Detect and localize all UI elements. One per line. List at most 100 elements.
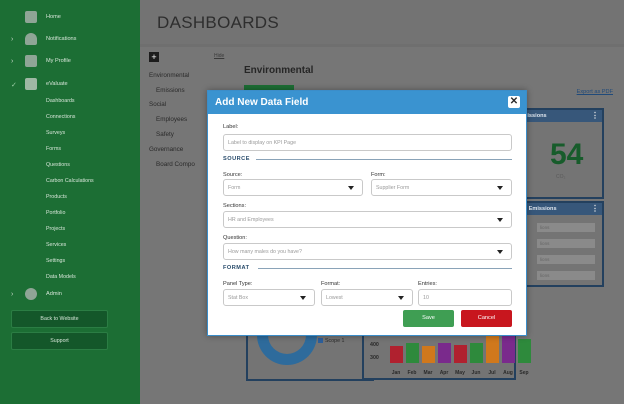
question-label: Question:	[223, 235, 247, 241]
sidebar-item-label: Admin	[46, 291, 62, 297]
save-button[interactable]: Save	[403, 310, 454, 327]
sidebar-subitem-products[interactable]: Products	[46, 194, 67, 200]
sidebar-item-label: Home	[46, 14, 61, 20]
add-icon[interactable]: +	[149, 52, 159, 62]
dialog-title: Add New Data Field	[215, 97, 309, 108]
sidebar-subitem-carbon-calculations[interactable]: Carbon Calculations	[46, 178, 94, 184]
more-options-icon[interactable]: ⋮	[591, 112, 599, 120]
sidebar-subitem-forms[interactable]: Forms	[46, 146, 61, 152]
profile-icon	[25, 55, 37, 67]
entries-label: Entries:	[418, 281, 437, 287]
sidebar-item-my-profile[interactable]: › My Profile	[0, 53, 140, 71]
admin-icon	[25, 288, 37, 300]
format-select[interactable]: Lowest	[321, 289, 413, 306]
close-icon[interactable]: ✕	[508, 96, 520, 108]
y-tick-label: 300	[370, 355, 379, 361]
format-value: Lowest	[326, 295, 343, 301]
tree-item-governance[interactable]: Governance	[149, 146, 183, 153]
form-value: Supplier Form	[376, 185, 410, 191]
support-button[interactable]: Support	[11, 332, 108, 350]
x-tick-label: Jun	[471, 370, 481, 376]
sections-label: Sections:	[223, 203, 247, 209]
sidebar-subitem-data-models[interactable]: Data Models	[46, 274, 76, 280]
divider	[258, 268, 512, 269]
form-label: Form:	[371, 172, 386, 178]
panel-type-label: Panel Type:	[223, 281, 253, 287]
bar-mar	[422, 346, 435, 363]
page-title: DASHBOARDS	[157, 13, 280, 32]
tree-item-safety[interactable]: Safety	[156, 131, 174, 138]
format-section-title: FORMAT	[223, 265, 250, 271]
sections-value: HR and Employees	[228, 217, 274, 223]
export-pdf-link[interactable]: Export as PDF	[577, 89, 613, 95]
sidebar-subitem-projects[interactable]: Projects	[46, 226, 65, 232]
chevron-down-icon	[497, 218, 503, 222]
sidebar-subitem-questions[interactable]: Questions	[46, 162, 70, 168]
sidebar-item-notifications[interactable]: › Notifications	[0, 31, 140, 49]
list-item: lions	[537, 239, 595, 248]
divider	[256, 159, 512, 160]
sidebar-item-label: My Profile	[46, 58, 71, 64]
question-value: How many males do you have?	[228, 249, 302, 255]
stat-unit: CO₂	[556, 174, 566, 180]
bar-may	[454, 344, 467, 363]
panel-type-select[interactable]: Stat Box	[223, 289, 315, 306]
list-item: lions	[537, 223, 595, 232]
sidebar-subitem-services[interactable]: Services	[46, 242, 66, 248]
x-tick-label: Jul	[488, 370, 496, 376]
form-select[interactable]: Supplier Form	[371, 179, 512, 196]
dashboard-title: Environmental	[244, 65, 314, 76]
list-item: lions	[537, 271, 595, 280]
label-field-label: Label:	[223, 124, 239, 130]
sidebar-subitem-surveys[interactable]: Surveys	[46, 130, 65, 136]
chevron-right-icon[interactable]: ›	[11, 58, 13, 65]
hide-link[interactable]: Hide	[214, 53, 224, 59]
bar-jan	[390, 346, 403, 363]
sidebar-subitem-portfolio[interactable]: Portfolio	[46, 210, 65, 216]
add-data-field-dialog: Add New Data Field ✕ Label: Label to dis…	[207, 90, 527, 336]
sidebar: Home › Notifications › My Profile ✓ eVal…	[0, 0, 140, 404]
list-item: lions	[537, 255, 595, 264]
tree-item-environmental[interactable]: Environmental	[149, 72, 189, 79]
sidebar-item-evaluate[interactable]: ✓ eValuate	[0, 76, 140, 94]
chevron-down-icon	[497, 250, 503, 254]
x-tick-label: Feb	[407, 370, 417, 376]
tree-item-employees[interactable]: Employees	[156, 116, 187, 123]
back-to-website-button[interactable]: Back to Website	[11, 310, 108, 328]
x-tick-label: Jan	[391, 370, 401, 376]
source-select[interactable]: Form	[223, 179, 363, 196]
x-tick-label: Sep	[519, 370, 529, 376]
chevron-right-icon[interactable]: ›	[11, 291, 13, 298]
source-section-title: SOURCE	[223, 156, 250, 162]
question-select[interactable]: How many males do you have?	[223, 243, 512, 260]
legend-item: Scope 1	[318, 338, 344, 344]
tree-item-emissions[interactable]: Emissions	[156, 87, 185, 94]
legend-swatch	[318, 338, 323, 343]
evaluate-icon	[25, 78, 37, 90]
format-label: Format:	[321, 281, 341, 287]
chevron-down-icon	[497, 186, 503, 190]
sidebar-subitem-dashboards[interactable]: Dashboards	[46, 98, 75, 104]
y-tick-label: 400	[370, 342, 379, 348]
dialog-header: Add New Data Field ✕	[208, 91, 526, 114]
cancel-button[interactable]: Cancel	[461, 310, 512, 327]
chevron-down-icon	[300, 296, 306, 300]
source-label: Source:	[223, 172, 243, 178]
sidebar-item-home[interactable]: Home	[0, 9, 140, 27]
sidebar-subitem-settings[interactable]: Settings	[46, 258, 65, 264]
sidebar-item-label: Notifications	[46, 36, 77, 42]
sections-select[interactable]: HR and Employees	[223, 211, 512, 228]
tree-item-social[interactable]: Social	[149, 101, 166, 108]
chevron-right-icon[interactable]: ›	[11, 36, 13, 43]
panel-type-value: Stat Box	[228, 295, 249, 301]
x-tick-label: Aug	[503, 370, 513, 376]
stat-value: 54	[550, 138, 584, 171]
more-options-icon[interactable]: ⋮	[591, 205, 599, 213]
sidebar-item-admin[interactable]: › Admin	[0, 286, 140, 304]
bar-feb	[406, 343, 419, 363]
label-input[interactable]: Label to display on KPI Page	[223, 134, 512, 151]
sidebar-subitem-connections[interactable]: Connections	[46, 114, 75, 120]
tree-item-board-composition[interactable]: Board Compo	[156, 161, 195, 168]
entries-input[interactable]: 10	[418, 289, 512, 306]
chevron-down-icon[interactable]: ✓	[11, 81, 17, 89]
